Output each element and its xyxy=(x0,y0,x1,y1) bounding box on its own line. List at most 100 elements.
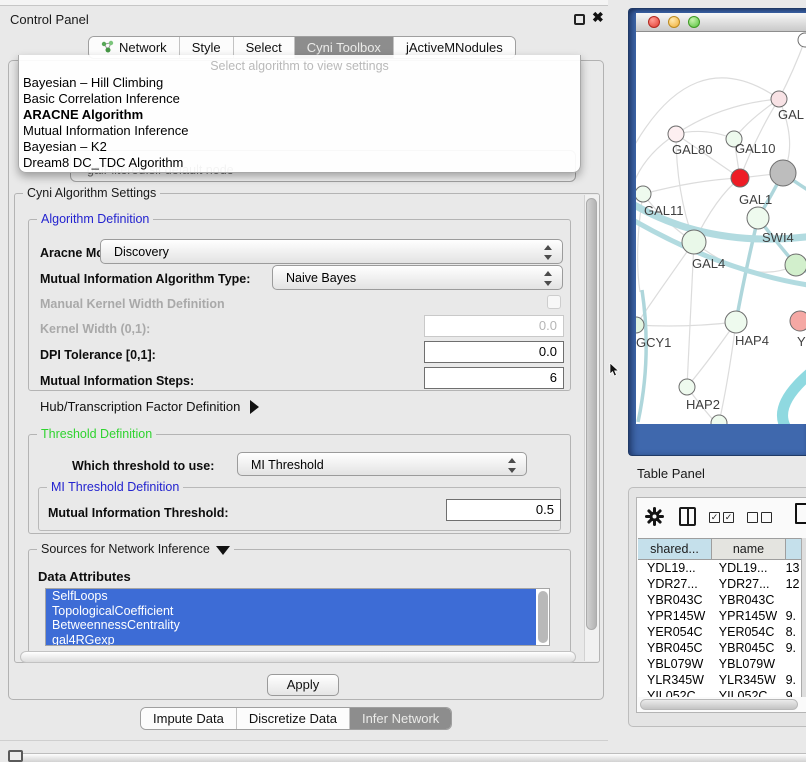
columns-icon[interactable] xyxy=(679,507,696,526)
network-node-hap2[interactable] xyxy=(679,379,695,395)
column-header-shared[interactable]: shared... xyxy=(638,539,712,559)
tab-label: Impute Data xyxy=(153,711,224,726)
zoom-traffic-light-icon[interactable] xyxy=(688,16,700,28)
data-attributes-label: Data Attributes xyxy=(38,569,131,584)
attribute-item-topologicalcoefficient[interactable]: TopologicalCoefficient xyxy=(46,604,536,619)
dpi-tolerance-label: DPI Tolerance [0,1]: xyxy=(40,348,156,362)
algorithm-option-mutual-information-inference[interactable]: Mutual Information Inference xyxy=(19,123,580,139)
table-row[interactable]: YBR045CYBR045C9. xyxy=(638,640,801,656)
sources-legend-label: Sources for Network Inference xyxy=(41,542,210,556)
table-hscrollbar-thumb[interactable] xyxy=(640,699,798,710)
network-node-item[interactable] xyxy=(798,33,806,47)
tab-impute-data[interactable]: Impute Data xyxy=(141,708,236,729)
network-node-swi4[interactable] xyxy=(747,207,769,229)
minimize-traffic-light-icon[interactable] xyxy=(668,16,680,28)
table-cell: 9. xyxy=(782,640,801,656)
network-icon xyxy=(101,40,114,56)
algorithm-option-aracne-algorithm[interactable]: ARACNE Algorithm xyxy=(19,107,580,123)
checked-checkbox-icon[interactable]: ✓ xyxy=(723,512,734,523)
aracne-mode-combo[interactable]: Discovery xyxy=(100,239,563,264)
tab-discretize-data[interactable]: Discretize Data xyxy=(236,708,349,729)
table-cell: YER054C xyxy=(710,624,782,640)
page-icon[interactable] xyxy=(795,503,806,524)
network-node-y[interactable] xyxy=(790,311,806,331)
manual-kernel-label: Manual Kernel Width Definition xyxy=(40,297,225,311)
attribute-item-betweennesscentrality[interactable]: BetweennessCentrality xyxy=(46,618,536,633)
table-row[interactable]: YDR27...YDR27...12 xyxy=(638,576,801,592)
network-node-item[interactable] xyxy=(785,254,806,276)
table-row[interactable]: YLR345WYLR345W9. xyxy=(638,672,801,688)
network-node-label: GAL10 xyxy=(735,141,775,156)
bottom-toolbar-edge xyxy=(20,753,806,762)
float-window-icon[interactable] xyxy=(574,14,585,25)
kernel-width-label: Kernel Width (0,1): xyxy=(40,322,150,336)
network-window-titlebar[interactable] xyxy=(636,13,806,32)
table-cell: YBL079W xyxy=(710,656,782,672)
close-icon[interactable]: ✖ xyxy=(592,9,604,26)
unchecked-checkbox-icon[interactable] xyxy=(747,512,758,523)
apply-button[interactable]: Apply xyxy=(267,674,339,696)
gear-icon[interactable] xyxy=(645,507,664,526)
hub-definition-expander[interactable]: Hub/Transcription Factor Definition xyxy=(40,399,259,414)
network-node-hap4[interactable] xyxy=(725,311,747,333)
table-vscrollbar[interactable] xyxy=(801,538,806,697)
network-node-label: GCY1 xyxy=(636,335,671,350)
network-node-gcy1[interactable] xyxy=(636,317,644,333)
network-node-gal80[interactable] xyxy=(668,126,684,142)
panel-restore-icon[interactable] xyxy=(8,750,23,762)
manual-kernel-checkbox[interactable] xyxy=(547,295,561,309)
stepper-arrows-icon xyxy=(544,245,553,260)
unchecked-checkbox-icon[interactable] xyxy=(761,512,772,523)
mi-threshold-label: Mutual Information Threshold: xyxy=(48,506,229,520)
network-node-gal4[interactable] xyxy=(682,230,706,254)
network-node-item[interactable] xyxy=(770,160,796,186)
table-cell: 13 xyxy=(782,560,801,576)
algorithm-option-bayesian-hill-climbing[interactable]: Bayesian – Hill Climbing xyxy=(19,75,580,91)
sources-legend[interactable]: Sources for Network Inference xyxy=(37,542,234,556)
network-node-label: GAL xyxy=(778,107,804,122)
attribute-item-selfloops[interactable]: SelfLoops xyxy=(46,589,536,604)
checked-checkbox-icon[interactable]: ✓ xyxy=(709,512,720,523)
mi-algorithm-type-combo[interactable]: Naive Bayes xyxy=(272,265,563,290)
mi-threshold-field[interactable]: 0.5 xyxy=(446,499,561,521)
network-canvas[interactable]: GALGAL80GAL10GAL1GAL11SWI4GAL4GCY1HAP4YH… xyxy=(636,32,806,424)
tab-infer-network[interactable]: Infer Network xyxy=(349,708,451,729)
network-node-gal[interactable] xyxy=(771,91,787,107)
table-cell: YIL052C xyxy=(710,688,782,697)
tab-label: jActiveMNodules xyxy=(406,40,503,55)
stepper-arrows-icon xyxy=(508,458,517,473)
kernel-width-field[interactable]: 0.0 xyxy=(424,315,564,337)
network-node-label: HAP4 xyxy=(735,333,769,348)
dpi-tolerance-field[interactable]: 0.0 xyxy=(424,341,564,363)
table-row[interactable]: YDL19...YDL19...13 xyxy=(638,560,801,576)
close-traffic-light-icon[interactable] xyxy=(648,16,660,28)
network-edge-thick xyxy=(783,370,806,424)
attribute-item-gal4rgexp[interactable]: gal4RGexp xyxy=(46,633,536,647)
mi-threshold-legend: MI Threshold Definition xyxy=(47,480,183,494)
settings-scrollbar-thumb[interactable] xyxy=(586,198,597,630)
column-header-name[interactable]: name xyxy=(712,539,786,559)
table-row[interactable]: YBL079WYBL079W xyxy=(638,656,801,672)
table-cell: YBR045C xyxy=(710,640,782,656)
table-cell: YPR145W xyxy=(710,608,782,624)
network-node-gal11[interactable] xyxy=(636,186,651,202)
list-scrollbar-thumb[interactable] xyxy=(538,591,548,643)
tab-label: Style xyxy=(192,40,221,55)
which-threshold-label: Which threshold to use: xyxy=(72,459,214,473)
which-threshold-combo[interactable]: MI Threshold xyxy=(237,452,527,476)
algorithm-option-bayesian-k2[interactable]: Bayesian – K2 xyxy=(19,139,580,155)
network-node-item[interactable] xyxy=(711,415,727,424)
network-node-gal1[interactable] xyxy=(731,169,749,187)
table-cell: YLR345W xyxy=(710,672,782,688)
algorithm-option-dream8-dc-tdc-algorithm[interactable]: Dream8 DC_TDC Algorithm xyxy=(19,155,580,171)
table-row[interactable]: YIL052CYIL052C9 xyxy=(638,688,801,697)
table-row[interactable]: YBR043CYBR043C xyxy=(638,592,801,608)
settings-hscrollbar[interactable] xyxy=(20,651,576,663)
algorithm-dropdown-items: Bayesian – Hill ClimbingBasic Correlatio… xyxy=(19,75,580,171)
algorithm-option-basic-correlation-inference[interactable]: Basic Correlation Inference xyxy=(19,91,580,107)
table-cell: 9. xyxy=(782,608,801,624)
table-row[interactable]: YER054CYER054C8. xyxy=(638,624,801,640)
table-row[interactable]: YPR145WYPR145W9. xyxy=(638,608,801,624)
data-mode-tabs: Impute Data Discretize DataInfer Network xyxy=(140,707,452,730)
mi-steps-field[interactable]: 6 xyxy=(424,367,564,389)
